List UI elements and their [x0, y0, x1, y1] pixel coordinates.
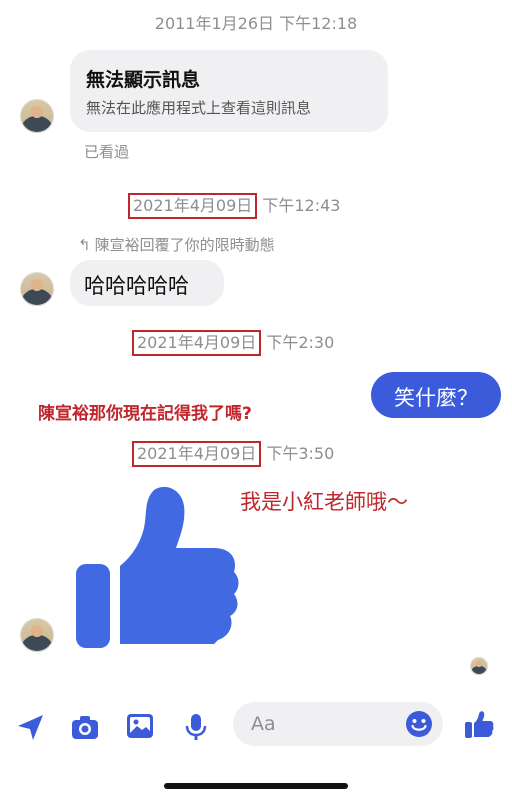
camera-icon[interactable]: [70, 712, 100, 742]
date-highlight-box: 2021年4月09日: [132, 330, 262, 356]
message-input[interactable]: Aa: [233, 702, 443, 746]
emoji-icon[interactable]: [405, 710, 433, 738]
unavailable-message-bubble[interactable]: 無法顯示訊息 無法在此應用程式上查看這則訊息: [70, 50, 388, 132]
like-icon: [76, 486, 239, 648]
avatar[interactable]: [20, 618, 54, 652]
reply-note-text: 陳宣裕回覆了你的限時動態: [94, 236, 275, 254]
like-button[interactable]: [464, 709, 494, 739]
home-indicator: [164, 783, 348, 789]
large-like-sticker[interactable]: [74, 484, 240, 650]
message-bubble-incoming[interactable]: 哈哈哈哈哈: [70, 260, 224, 306]
message-bubble-outgoing[interactable]: 笑什麼？: [371, 372, 501, 418]
timestamp-3: 2021年4月09日 下午2:30: [132, 329, 334, 356]
timestamp-time: 下午2:30: [266, 333, 335, 352]
date-highlight-box: 2021年4月09日: [128, 193, 258, 219]
date-highlight-box: 2021年4月09日: [132, 441, 262, 467]
reply-note: ↰ 陳宣裕回覆了你的限時動態: [78, 234, 275, 255]
message-text: 笑什麼？: [394, 386, 478, 410]
image-icon[interactable]: [125, 711, 155, 741]
timestamp-time: 下午12:43: [262, 196, 341, 215]
seen-status: 已看過: [84, 143, 130, 161]
timestamp-1: 2011年1月26日 下午12:18: [154, 14, 358, 33]
message-text: 哈哈哈哈哈: [84, 274, 189, 298]
unavailable-subtitle: 無法在此應用程式上查看這則訊息: [86, 99, 312, 117]
reply-arrow-icon: ↰: [78, 236, 91, 254]
timestamp-time: 下午3:50: [266, 444, 335, 463]
unavailable-title: 無法顯示訊息: [86, 69, 201, 91]
annotation-text-2: 我是小紅老師哦～: [240, 490, 408, 514]
avatar[interactable]: [20, 272, 54, 306]
timestamp-4: 2021年4月09日 下午3:50: [132, 440, 334, 467]
composer-toolbar: Aa: [0, 696, 512, 756]
microphone-icon[interactable]: [181, 712, 211, 742]
read-receipt-avatar: [470, 657, 488, 675]
annotation-text-1: 陳宣裕那你現在記得我了嗎?: [38, 404, 252, 424]
message-input-placeholder: Aa: [251, 713, 276, 735]
location-arrow-icon[interactable]: [16, 712, 46, 742]
avatar[interactable]: [20, 99, 54, 133]
timestamp-2: 2021年4月09日 下午12:43: [128, 192, 340, 219]
like-icon: [465, 711, 494, 738]
